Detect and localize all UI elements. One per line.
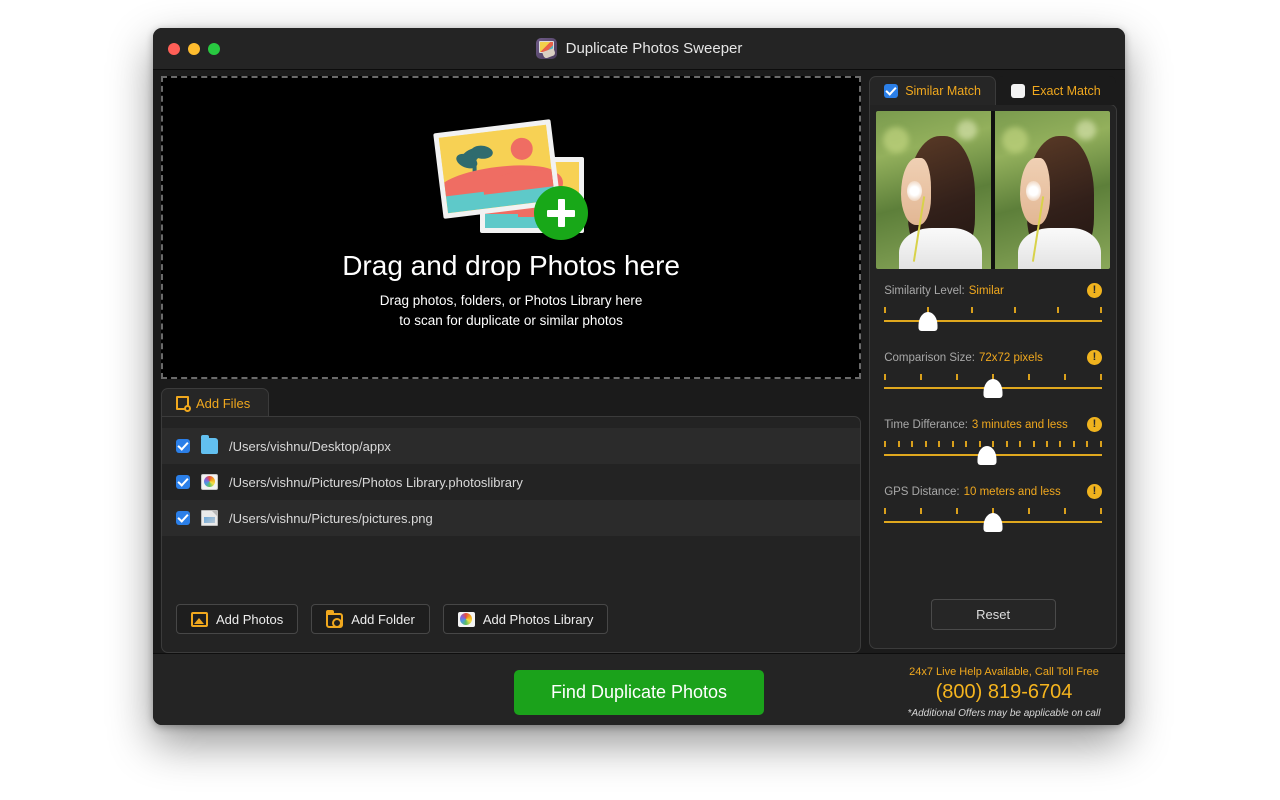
file-add-icon [176,396,191,412]
slider-thumb[interactable] [983,513,1003,532]
time-difference-slider[interactable] [884,441,1102,465]
file-checkbox[interactable] [176,511,190,525]
add-files-body: /Users/vishnu/Desktop/appx /Users/vishnu… [161,416,862,653]
footer-bar: Find Duplicate Photos 24x7 Live Help Ava… [153,653,1125,725]
help-disclaimer: *Additional Offers may be applicable on … [907,708,1101,719]
slider-thumb[interactable] [983,379,1003,398]
reset-row: Reset [870,599,1116,648]
title-bar: Duplicate Photos Sweeper [153,28,1125,70]
match-panel-body: Similarity Level: Similar ! Comparison S… [869,104,1117,649]
window-title-group: Duplicate Photos Sweeper [153,28,1125,69]
slider-thumb[interactable] [918,312,938,331]
dropzone-title: Drag and drop Photos here [342,250,680,282]
match-tabs: Similar Match Exact Match [869,76,1117,105]
file-path: /Users/vishnu/Pictures/pictures.png [229,510,433,526]
dropzone-subtitle: Drag photos, folders, or Photos Library … [380,291,643,330]
similarity-level-label: Similarity Level: [884,284,965,297]
comparison-size-label: Comparison Size: [884,351,975,364]
help-phone-number[interactable]: (800) 819-6704 [896,681,1112,704]
file-path: /Users/vishnu/Pictures/Photos Library.ph… [229,474,523,490]
photo-dropzone[interactable]: Drag and drop Photos here Drag photos, f… [161,76,862,379]
dropzone-subtitle-line2: to scan for duplicate or similar photos [399,313,623,328]
png-file-icon [201,510,218,526]
add-photos-label: Add Photos [216,611,284,627]
add-files-tabs: Add Files [161,388,861,417]
gps-distance-group: GPS Distance: 10 meters and less ! [884,484,1102,532]
info-warning-icon[interactable]: ! [1087,417,1102,432]
find-duplicate-photos-button[interactable]: Find Duplicate Photos [514,670,764,715]
slider-track [884,320,1102,322]
window-title: Duplicate Photos Sweeper [565,40,743,57]
comparison-size-group: Comparison Size: 72x72 pixels ! [884,350,1102,398]
tab-similar-match-label: Similar Match [905,84,981,98]
folder-add-icon [326,609,344,628]
duplicate-preview [876,111,1110,269]
tab-add-files-label: Add Files [196,395,251,411]
list-item[interactable]: /Users/vishnu/Pictures/pictures.png [162,500,861,536]
list-item[interactable]: /Users/vishnu/Desktop/appx [162,428,861,464]
similarity-level-value: Similar [968,284,1004,297]
add-folder-button[interactable]: Add Folder [311,604,430,634]
slider-ticks [884,307,1102,313]
zoom-button[interactable] [208,42,220,55]
image-add-icon [191,611,208,627]
photos-library-icon [201,474,218,490]
tab-exact-match[interactable]: Exact Match [995,76,1116,105]
app-window: Duplicate Photos Sweeper Drag and drop P… [153,28,1125,725]
time-difference-label: Time Differance: [884,418,968,431]
photos-sweeper-icon [535,38,557,59]
help-availability-text: 24x7 Live Help Available, Call Toll Free [909,666,1099,678]
folder-icon [201,435,218,454]
reset-button[interactable]: Reset [930,599,1056,630]
gps-distance-slider[interactable] [884,508,1102,532]
comparison-size-value: 72x72 pixels [978,351,1043,364]
file-checkbox[interactable] [176,475,190,489]
comparison-size-slider[interactable] [884,374,1102,398]
dropzone-subtitle-line1: Drag photos, folders, or Photos Library … [379,293,643,309]
tab-similar-match[interactable]: Similar Match [869,76,996,105]
add-files-panel: Add Files /Users/vishnu/Desktop/appx /Us… [161,388,862,653]
add-photos-button[interactable]: Add Photos [176,604,299,634]
close-button[interactable] [168,42,180,55]
gps-distance-label: GPS Distance: [884,485,960,498]
time-difference-value: 3 minutes and less [971,418,1068,431]
add-photos-library-button[interactable]: Add Photos Library [442,604,609,634]
info-warning-icon[interactable]: ! [1087,350,1102,365]
similarity-level-group: Similarity Level: Similar ! [884,283,1102,331]
tab-exact-match-label: Exact Match [1031,84,1101,98]
photos-library-icon [457,611,475,627]
main-content: Drag and drop Photos here Drag photos, f… [153,70,1125,653]
info-warning-icon[interactable]: ! [1087,283,1102,298]
add-buttons-row: Add Photos Add Folder Add Photos Library [162,604,860,652]
preview-image-left [876,111,992,269]
match-panel: Similar Match Exact Match Similarity Lev… [869,76,1117,653]
info-warning-icon[interactable]: ! [1087,484,1102,499]
window-controls [168,42,220,55]
list-item[interactable]: /Users/vishnu/Pictures/Photos Library.ph… [162,464,860,500]
slider-thumb[interactable] [977,446,997,465]
similar-match-checkbox[interactable] [884,84,899,98]
help-info: 24x7 Live Help Available, Call Toll Free… [896,666,1112,719]
settings-sliders: Similarity Level: Similar ! Comparison S… [870,269,1116,551]
time-difference-group: Time Differance: 3 minutes and less ! [884,417,1102,465]
minimize-button[interactable] [188,42,200,55]
gps-distance-value: 10 meters and less [963,485,1061,498]
add-folder-label: Add Folder [351,611,415,627]
similarity-level-slider[interactable] [884,307,1102,331]
exact-match-checkbox[interactable] [1010,84,1025,98]
preview-image-right [995,111,1110,269]
add-photos-library-label: Add Photos Library [482,611,594,627]
file-list: /Users/vishnu/Desktop/appx /Users/vishnu… [162,417,861,536]
slider-ticks [884,441,1102,447]
file-checkbox[interactable] [176,439,190,453]
tab-add-files[interactable]: Add Files [161,388,270,417]
add-photos-illustration [433,119,589,241]
left-column: Drag and drop Photos here Drag photos, f… [161,76,862,653]
file-path: /Users/vishnu/Desktop/appx [229,438,391,454]
